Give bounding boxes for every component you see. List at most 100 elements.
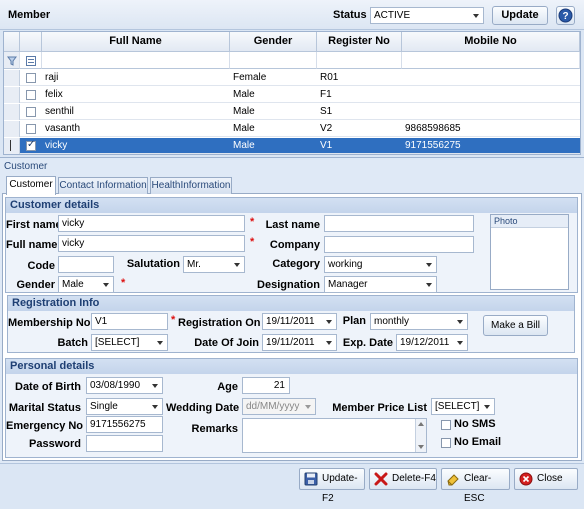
table-cell-reg[interactable]: F1 bbox=[317, 87, 402, 103]
required-star: * bbox=[171, 314, 176, 326]
password-field[interactable] bbox=[86, 435, 163, 452]
delete-f4-button[interactable]: Delete-F4 bbox=[369, 468, 437, 490]
close-icon bbox=[519, 472, 533, 486]
row-header[interactable] bbox=[4, 87, 20, 103]
full-name-label: Full name bbox=[6, 239, 58, 251]
tab-contact-information[interactable]: Contact Information bbox=[58, 177, 148, 194]
date-of-join-date[interactable]: 19/11/2011 bbox=[262, 334, 337, 351]
first-name-field[interactable]: vicky bbox=[58, 215, 245, 232]
filter-row-header[interactable] bbox=[4, 52, 20, 69]
age-field[interactable]: 21 bbox=[242, 377, 290, 394]
table-cell-gender[interactable]: Male bbox=[230, 138, 317, 154]
remarks-scrollbar[interactable] bbox=[415, 419, 426, 452]
update-button[interactable]: Update bbox=[492, 6, 548, 25]
row-checkbox[interactable] bbox=[26, 124, 36, 134]
marital-status-combo[interactable]: Single bbox=[86, 398, 163, 415]
clear-esc-button[interactable]: Clear-ESC bbox=[441, 468, 510, 504]
table-cell-mobile[interactable] bbox=[402, 87, 580, 103]
close-button[interactable]: Close bbox=[514, 468, 578, 490]
table-cell-reg[interactable]: R01 bbox=[317, 70, 402, 86]
tab-customer[interactable]: Customer bbox=[6, 176, 56, 195]
filter-gender[interactable] bbox=[230, 52, 317, 69]
password-label: Password bbox=[29, 438, 81, 450]
row-header[interactable] bbox=[4, 104, 20, 120]
gender-value: Male bbox=[62, 279, 84, 290]
help-button[interactable]: ? bbox=[556, 6, 575, 25]
wedding-date-date[interactable]: dd/MM/yyyy bbox=[242, 398, 316, 415]
marital-status-value: Single bbox=[90, 401, 118, 412]
no-email-checkbox[interactable] bbox=[441, 438, 451, 448]
chevron-down-icon bbox=[303, 399, 313, 414]
status-combo[interactable]: ACTIVE bbox=[370, 7, 484, 24]
table-row[interactable]: raji Female R01 bbox=[4, 70, 580, 86]
column-header-full-name[interactable]: Full Name bbox=[42, 32, 230, 52]
table-cell-name[interactable]: raji bbox=[42, 70, 230, 86]
plan-combo[interactable]: monthly bbox=[370, 313, 468, 330]
category-label: Category bbox=[272, 258, 320, 270]
scroll-up-icon[interactable] bbox=[418, 422, 424, 426]
last-name-field[interactable] bbox=[324, 215, 474, 232]
row-header[interactable] bbox=[4, 70, 20, 86]
table-row[interactable]: felix Male F1 bbox=[4, 87, 580, 103]
member-grid[interactable]: Full Name Gender Register No Mobile No r… bbox=[3, 31, 581, 155]
registration-on-date[interactable]: 19/11/2011 bbox=[262, 313, 337, 330]
exp-date-label: Exp. Date bbox=[342, 337, 393, 349]
row-checkbox[interactable] bbox=[26, 73, 36, 83]
exp-date-date[interactable]: 19/12/2011 bbox=[396, 334, 468, 351]
column-header-gender[interactable]: Gender bbox=[230, 32, 317, 52]
update-f2-button[interactable]: Update-F2 bbox=[299, 468, 365, 504]
row-checkbox[interactable] bbox=[26, 139, 36, 151]
table-cell-gender[interactable]: Male bbox=[230, 121, 317, 137]
table-row[interactable]: senthil Male S1 bbox=[4, 104, 580, 120]
gender-combo[interactable]: Male bbox=[58, 276, 114, 293]
filter-full-name[interactable] bbox=[42, 52, 230, 69]
salutation-combo[interactable]: Mr. bbox=[183, 256, 245, 273]
make-bill-button[interactable]: Make a Bill bbox=[483, 315, 548, 336]
table-row[interactable]: vickyMaleV19171556275 bbox=[4, 138, 580, 154]
row-header[interactable] bbox=[4, 138, 20, 154]
first-name-label: First name bbox=[6, 219, 62, 231]
date-of-join-value: 19/11/2011 bbox=[266, 337, 315, 348]
batch-combo[interactable]: [SELECT] bbox=[91, 334, 168, 351]
category-combo[interactable]: working bbox=[324, 256, 437, 273]
date-of-birth-date[interactable]: 03/08/1990 bbox=[86, 377, 163, 394]
table-cell-name[interactable]: vicky bbox=[42, 138, 230, 154]
table-cell-reg[interactable]: V2 bbox=[317, 121, 402, 137]
table-cell-mobile[interactable] bbox=[402, 70, 580, 86]
table-row[interactable]: vasanth Male V2 9868598685 bbox=[4, 121, 580, 137]
filter-check-cell[interactable] bbox=[20, 52, 42, 69]
scroll-down-icon[interactable] bbox=[418, 445, 424, 449]
table-cell-name[interactable]: vasanth bbox=[42, 121, 230, 137]
code-field[interactable] bbox=[58, 256, 114, 273]
table-cell-reg[interactable]: S1 bbox=[317, 104, 402, 120]
remarks-field[interactable] bbox=[242, 418, 427, 453]
table-cell-gender[interactable]: Male bbox=[230, 87, 317, 103]
filter-mobile-no[interactable] bbox=[402, 52, 580, 69]
date-of-birth-value: 03/08/1990 bbox=[90, 380, 141, 391]
member-price-list-label: Member Price List bbox=[332, 402, 427, 414]
table-cell-mobile[interactable]: 9868598685 bbox=[402, 121, 580, 137]
row-header[interactable] bbox=[4, 121, 20, 137]
table-cell-mobile[interactable] bbox=[402, 104, 580, 120]
membership-no-field[interactable]: V1 bbox=[91, 313, 168, 330]
svg-text:?: ? bbox=[562, 11, 568, 22]
column-header-register-no[interactable]: Register No bbox=[317, 32, 402, 52]
row-checkbox[interactable] bbox=[26, 107, 36, 117]
emergency-no-field[interactable]: 9171556275 bbox=[86, 416, 163, 433]
tab-health-information[interactable]: HealthInformation bbox=[150, 177, 232, 194]
table-cell-name[interactable]: senthil bbox=[42, 104, 230, 120]
photo-box[interactable]: Photo bbox=[490, 214, 569, 290]
table-cell-gender[interactable]: Female bbox=[230, 70, 317, 86]
company-field[interactable] bbox=[324, 236, 474, 253]
full-name-field[interactable]: vicky bbox=[58, 235, 245, 252]
table-cell-gender[interactable]: Male bbox=[230, 104, 317, 120]
member-price-list-combo[interactable]: [SELECT] bbox=[431, 398, 495, 415]
no-sms-checkbox[interactable] bbox=[441, 420, 451, 430]
row-checkbox[interactable] bbox=[26, 90, 36, 100]
table-cell-name[interactable]: felix bbox=[42, 87, 230, 103]
filter-register-no[interactable] bbox=[317, 52, 402, 69]
table-cell-mobile[interactable]: 9171556275 bbox=[402, 138, 580, 154]
column-header-mobile-no[interactable]: Mobile No bbox=[402, 32, 580, 52]
table-cell-reg[interactable]: V1 bbox=[317, 138, 402, 154]
designation-combo[interactable]: Manager bbox=[324, 276, 437, 293]
